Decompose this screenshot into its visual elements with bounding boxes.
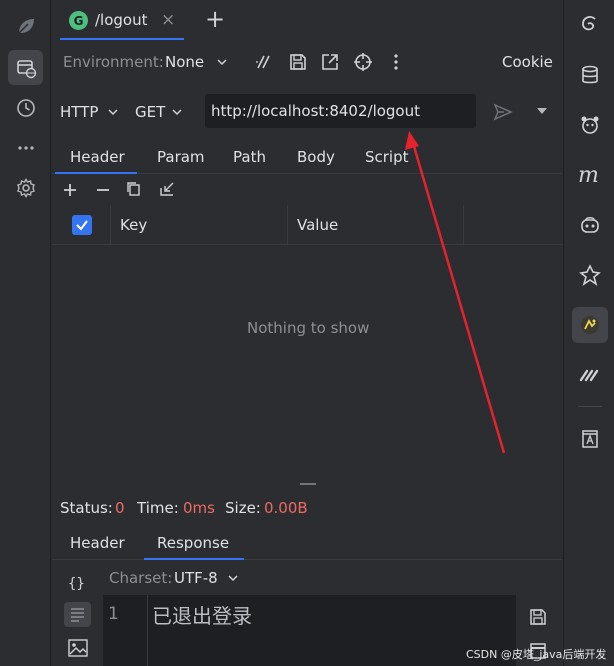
table-actions xyxy=(52,177,562,203)
leaf-icon[interactable] xyxy=(8,8,43,43)
right-tool-strip: m xyxy=(563,0,614,666)
separator xyxy=(578,406,602,407)
column-divider xyxy=(287,205,288,245)
close-icon[interactable]: × xyxy=(161,10,175,30)
caret-down-icon[interactable] xyxy=(536,106,548,116)
column-divider xyxy=(463,205,464,245)
chevron-down-icon[interactable] xyxy=(216,56,228,68)
chevron-down-icon[interactable] xyxy=(171,106,183,118)
active-tab-underline xyxy=(144,558,244,560)
method-select[interactable]: GET xyxy=(135,103,165,121)
toolbar: Environment: None Cookie xyxy=(52,44,562,80)
add-tab-icon[interactable]: + xyxy=(205,5,225,33)
comment-slash-icon[interactable] xyxy=(254,52,274,72)
copy-icon[interactable] xyxy=(126,181,142,197)
column-key: Key xyxy=(120,216,148,234)
size-label: Size: xyxy=(225,499,261,517)
import-icon[interactable] xyxy=(159,181,175,197)
time-label: Time: xyxy=(137,499,179,517)
active-tab-underline xyxy=(60,38,184,40)
response-tab-response[interactable]: Response xyxy=(157,534,229,552)
response-editor[interactable]: 1 已退出登录 xyxy=(103,595,516,666)
json-format-icon[interactable]: {} xyxy=(68,574,88,592)
request-badge-letter: G xyxy=(73,13,84,28)
response-body-text: 已退出登录 xyxy=(152,604,252,628)
check-icon xyxy=(76,220,88,231)
active-tab-underline xyxy=(55,172,137,174)
font-book-icon[interactable] xyxy=(572,421,608,457)
save-icon[interactable] xyxy=(528,607,548,627)
cookie-button[interactable]: Cookie xyxy=(502,53,553,71)
tab-bar: G /logout × + xyxy=(52,0,562,40)
url-input[interactable]: http://localhost:8402/logout xyxy=(205,94,476,128)
request-badge-icon: G xyxy=(69,11,88,30)
column-value: Value xyxy=(297,216,339,234)
splitter[interactable] xyxy=(52,483,562,485)
gutter-divider xyxy=(147,595,148,666)
text-lines-icon xyxy=(71,608,84,622)
tab-header[interactable]: Header xyxy=(70,148,125,166)
tab-body[interactable]: Body xyxy=(297,148,335,166)
star-shape-icon[interactable] xyxy=(572,257,608,293)
protocol-select[interactable]: HTTP xyxy=(60,103,98,121)
status-line: Status: 0 Time: 0ms Size: 0.00B xyxy=(52,496,562,520)
select-all-checkbox[interactable] xyxy=(72,215,92,235)
tab-script[interactable]: Script xyxy=(365,148,409,166)
copilot-icon[interactable] xyxy=(572,207,608,243)
column-divider xyxy=(110,205,111,245)
environment-label: Environment: xyxy=(63,53,164,71)
environment-select[interactable]: None xyxy=(165,53,204,71)
status-label: Status: xyxy=(60,499,113,517)
charset-label: Charset: xyxy=(109,569,173,587)
charset-select[interactable]: UTF-8 xyxy=(174,569,218,587)
svg-text:{}: {} xyxy=(68,576,85,592)
more-dots-icon[interactable] xyxy=(8,130,43,165)
left-tool-strip xyxy=(0,0,51,666)
line-number: 1 xyxy=(108,604,119,624)
save-icon[interactable] xyxy=(288,52,308,72)
watermark-text: CSDN @皮塔_java后端开发 xyxy=(466,648,607,661)
send-icon[interactable] xyxy=(492,101,514,123)
api-tool-icon[interactable] xyxy=(572,307,608,343)
target-icon[interactable] xyxy=(353,52,373,72)
svg-text:m: m xyxy=(578,164,599,186)
status-value: 0 xyxy=(115,499,125,517)
splitter-handle[interactable] xyxy=(300,483,316,485)
add-icon[interactable] xyxy=(62,182,78,198)
more-vertical-icon[interactable] xyxy=(386,52,406,72)
remove-icon[interactable] xyxy=(95,182,111,198)
database-icon[interactable] xyxy=(572,57,608,93)
response-tab-header[interactable]: Header xyxy=(70,534,125,552)
tab-param[interactable]: Param xyxy=(157,148,205,166)
table-header-row: Key Value xyxy=(52,205,562,245)
swirl-icon[interactable] xyxy=(572,6,608,42)
tab-logout[interactable]: G /logout × xyxy=(57,2,181,38)
chevron-down-icon[interactable] xyxy=(227,572,239,584)
empty-table-message: Nothing to show xyxy=(247,319,370,337)
mascot-icon[interactable] xyxy=(572,107,608,143)
url-text: http://localhost:8402/logout xyxy=(211,102,420,120)
text-format-button[interactable] xyxy=(64,602,91,627)
response-tabs: Header Response xyxy=(52,528,562,560)
chevron-down-icon[interactable] xyxy=(107,106,119,118)
tab-title: /logout xyxy=(95,11,148,29)
scribble-icon[interactable] xyxy=(572,357,608,393)
size-value: 0.00B xyxy=(264,499,308,517)
tab-path[interactable]: Path xyxy=(233,148,266,166)
main-panel: G /logout × + Environment: None Cookie H… xyxy=(52,0,562,666)
api-workspace-icon[interactable] xyxy=(8,50,43,85)
maven-icon[interactable]: m xyxy=(572,157,608,193)
time-value: 0ms xyxy=(183,499,215,517)
image-icon[interactable] xyxy=(67,638,89,658)
request-tabs: Header Param Path Body Script xyxy=(52,140,562,174)
history-clock-icon[interactable] xyxy=(8,90,43,125)
request-line: HTTP GET http://localhost:8402/logout xyxy=(52,92,562,132)
settings-gear-icon[interactable] xyxy=(8,170,43,205)
open-external-icon[interactable] xyxy=(320,52,340,72)
